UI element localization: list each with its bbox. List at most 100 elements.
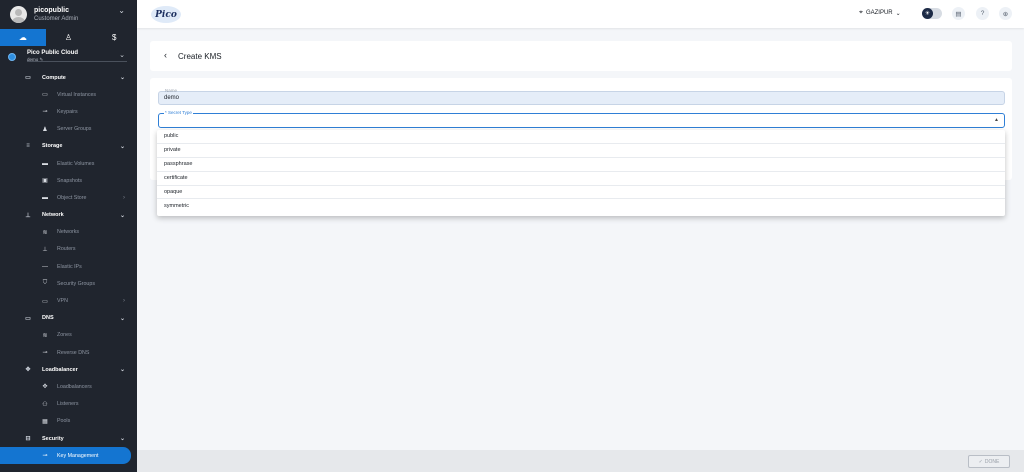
sidebar-item-label: Keypairs: [57, 108, 78, 115]
chevron-down-icon[interactable]: ⌄: [118, 6, 125, 15]
sidebar-section-compute[interactable]: ▭ Compute ⌄: [0, 69, 137, 86]
elastic-ips-icon: —: [42, 263, 48, 270]
topbar: Pico ⌖ GAZIPUR ⌄ ☀ ▤ ? ⊕: [137, 0, 1024, 28]
user-profile[interactable]: picopublic Customer Admin ⌄: [0, 0, 137, 29]
user-icon[interactable]: ♙: [46, 29, 92, 46]
sidebar-item-listeners[interactable]: ⚇ Listeners: [0, 396, 137, 413]
sidebar: picopublic Customer Admin ⌄ ☁ ♙ $ Pico Pub…: [0, 0, 137, 472]
cloud-icon[interactable]: ☁: [0, 29, 46, 46]
chevron-right-icon[interactable]: ›: [123, 298, 125, 304]
location-label: GAZIPUR: [865, 10, 893, 16]
project-icon: [8, 53, 16, 61]
key-management-icon: ⊸: [42, 453, 48, 460]
sidebar-section-loadbalancer[interactable]: ✥ Loadbalancer ⌄: [0, 361, 137, 378]
secret-type-label: * Secret Type: [164, 110, 193, 115]
listeners-icon: ⚇: [42, 401, 48, 408]
sidebar-section-dns[interactable]: ▭ DNS ⌄: [0, 310, 137, 327]
billing-icon[interactable]: $: [91, 29, 137, 46]
loadbalancers-icon: ✥: [42, 384, 48, 391]
location-selector[interactable]: ⌖ GAZIPUR ⌄: [859, 9, 901, 17]
sidebar-item-virtual-instances[interactable]: ▭ Virtual Instances: [0, 86, 137, 103]
security-icon: ⊟: [25, 436, 31, 443]
divider: [27, 61, 127, 62]
back-icon[interactable]: ‹: [164, 50, 167, 60]
sidebar-section-security[interactable]: ⊟ Security ⌄: [0, 430, 137, 447]
sidebar-item-label: Elastic Volumes: [57, 160, 95, 167]
page-header: ‹ Create KMS: [150, 41, 1012, 71]
virtual-instances-icon: ▭: [42, 92, 48, 99]
sidebar-item-label: Routers: [57, 246, 76, 253]
docs-icon[interactable]: ▤: [952, 7, 965, 20]
chevron-down-icon[interactable]: ⌄: [119, 51, 125, 59]
keypairs-icon: ⊸: [42, 109, 48, 116]
sidebar-item-label: Network: [42, 212, 64, 219]
chevron-down-icon[interactable]: ⌄: [120, 212, 125, 219]
sidebar-section-storage[interactable]: ≡ Storage ⌄: [0, 138, 137, 155]
sidebar-item-label: Elastic IPs: [57, 263, 82, 270]
sidebar-item-snapshots[interactable]: ▣ Snapshots: [0, 172, 137, 189]
sidebar-item-label: VPN: [57, 298, 68, 305]
location-pin-icon: ⌖: [859, 9, 863, 16]
sidebar-item-label: Loadbalancer: [42, 366, 78, 373]
name-field[interactable]: Name demo: [158, 88, 1005, 105]
networks-icon: ≋: [42, 229, 48, 236]
sidebar-tabs: ☁ ♙ $: [0, 29, 137, 46]
logo[interactable]: Pico: [151, 6, 181, 23]
page-title: Create KMS: [178, 52, 222, 61]
sidebar-section-network[interactable]: ⊥ Network ⌄: [0, 207, 137, 224]
sidebar-item-pools[interactable]: ▦ Pools: [0, 413, 137, 430]
project-selector[interactable]: Pico Public Cloud demo ✎ ⌄: [0, 46, 137, 68]
sidebar-item-label: Compute: [42, 74, 66, 81]
caret-up-icon: ▲: [994, 117, 999, 123]
done-button[interactable]: ✓ DONE: [968, 455, 1010, 468]
sidebar-item-loadbalancers[interactable]: ✥ Loadbalancers: [0, 378, 137, 395]
sidebar-item-label: Storage: [42, 143, 63, 150]
option-public[interactable]: public: [157, 130, 1005, 144]
snapshots-icon: ▣: [42, 178, 48, 185]
sidebar-item-key-management[interactable]: ⊸ Key Management: [0, 447, 131, 465]
option-symmetric[interactable]: symmetric: [157, 199, 1005, 213]
name-field-value: demo: [164, 95, 180, 101]
sidebar-item-keypairs[interactable]: ⊸ Keypairs: [0, 103, 137, 120]
chevron-down-icon[interactable]: ⌄: [120, 74, 125, 81]
compute-icon: ▭: [25, 75, 31, 82]
sidebar-item-label: Object Store: [57, 194, 87, 201]
language-icon[interactable]: ⊕: [999, 7, 1012, 20]
secret-type-select[interactable]: * Secret Type ▲: [158, 110, 1005, 128]
chevron-down-icon[interactable]: ⌄: [120, 315, 125, 322]
option-passphrase[interactable]: passphrase: [157, 158, 1005, 172]
sun-icon: ☀: [922, 8, 933, 19]
sidebar-item-label: Networks: [57, 229, 80, 236]
vpn-icon: ▭: [42, 298, 48, 305]
sidebar-item-label: Listeners: [57, 401, 79, 408]
option-private[interactable]: private: [157, 144, 1005, 158]
sidebar-item-elastic-volumes[interactable]: ▬ Elastic Volumes: [0, 155, 137, 172]
chevron-down-icon[interactable]: ⌄: [120, 435, 125, 442]
sidebar-item-label: DNS: [42, 315, 54, 322]
sidebar-item-networks[interactable]: ≋ Networks: [0, 224, 137, 241]
routers-icon: ⊥: [42, 246, 48, 253]
chevron-right-icon[interactable]: ›: [123, 195, 125, 201]
sidebar-item-label: Virtual Instances: [57, 91, 97, 98]
sidebar-item-vpn[interactable]: ▭ VPN ›: [0, 292, 137, 309]
option-certificate[interactable]: certificate: [157, 172, 1005, 186]
logo-text: Pico: [155, 9, 177, 20]
user-role: Customer Admin: [34, 15, 79, 22]
chevron-down-icon[interactable]: ⌄: [120, 366, 125, 373]
sidebar-item-reverse-dns[interactable]: ⊸ Reverse DNS: [0, 344, 137, 361]
sidebar-item-server-groups[interactable]: ♟ Server Groups: [0, 121, 137, 138]
object-store-icon: ▬: [42, 194, 48, 201]
check-icon: ✓: [978, 458, 983, 465]
option-opaque[interactable]: opaque: [157, 186, 1005, 200]
chevron-down-icon[interactable]: ⌄: [120, 143, 125, 150]
avatar: [10, 6, 27, 23]
sidebar-item-elastic-ips[interactable]: — Elastic IPs: [0, 258, 137, 275]
sidebar-item-label: Key Management: [57, 452, 99, 459]
sidebar-item-routers[interactable]: ⊥ Routers: [0, 241, 137, 258]
help-icon[interactable]: ?: [976, 7, 989, 20]
footer: ✓ DONE: [137, 450, 1024, 472]
theme-toggle[interactable]: ☀: [922, 8, 942, 19]
sidebar-item-zones[interactable]: ≋ Zones: [0, 327, 137, 344]
sidebar-item-security-groups[interactable]: ⛉ Security Groups: [0, 275, 137, 292]
sidebar-item-object-store[interactable]: ▬ Object Store ›: [0, 189, 137, 206]
